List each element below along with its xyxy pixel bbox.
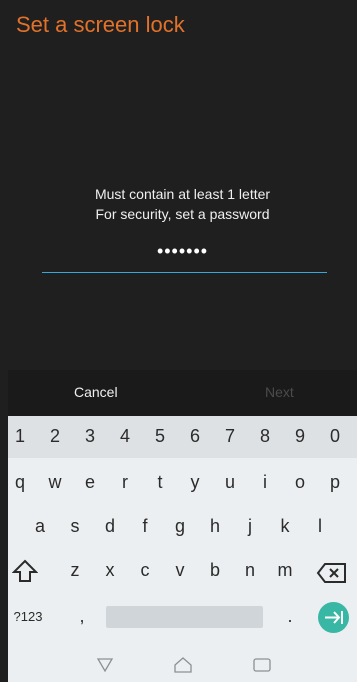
key-u[interactable]: u [218,472,242,493]
symbols-key[interactable]: ?123 [8,609,48,624]
page-title: Set a screen lock [16,12,185,37]
key-c[interactable]: c [133,560,157,581]
key-t[interactable]: t [148,472,172,493]
key-0[interactable]: 0 [323,426,347,447]
key-9[interactable]: 9 [288,426,312,447]
key-p[interactable]: p [323,472,347,493]
key-x[interactable]: x [98,560,122,581]
action-bar: Cancel Next [8,370,357,416]
security-message: For security, set a password [95,206,270,222]
key-a[interactable]: a [28,516,52,537]
key-period[interactable]: . [278,606,302,627]
cancel-button[interactable]: Cancel [74,384,118,400]
content-area [8,0,357,370]
key-5[interactable]: 5 [148,426,172,447]
key-o[interactable]: o [288,472,312,493]
key-k[interactable]: k [273,516,297,537]
key-w[interactable]: w [43,472,67,493]
key-6[interactable]: 6 [183,426,207,447]
key-z[interactable]: z [63,560,87,581]
key-h[interactable]: h [203,516,227,537]
backspace-icon[interactable] [316,562,348,589]
screen-lock-setup-screen: Set a screen lock Must contain at least … [0,0,357,682]
soft-keyboard: 1 2 3 4 5 6 7 8 9 0 q w e r t y u i o p … [8,416,357,682]
key-q[interactable]: q [8,472,32,493]
key-7[interactable]: 7 [218,426,242,447]
key-n[interactable]: n [238,560,262,581]
key-s[interactable]: s [63,516,87,537]
shift-icon[interactable] [11,559,39,588]
password-underline [42,272,327,273]
password-input[interactable]: ••••••• [8,241,357,262]
nav-back-icon[interactable] [96,657,114,673]
key-y[interactable]: y [183,472,207,493]
key-i[interactable]: i [253,472,277,493]
key-b[interactable]: b [203,560,227,581]
key-d[interactable]: d [98,516,122,537]
key-v[interactable]: v [168,560,192,581]
key-f[interactable]: f [133,516,157,537]
nav-recents-icon[interactable] [252,657,272,673]
nav-home-icon[interactable] [173,656,193,674]
key-e[interactable]: e [78,472,102,493]
requirement-message: Must contain at least 1 letter [94,186,271,202]
key-j[interactable]: j [238,516,262,537]
key-g[interactable]: g [168,516,192,537]
key-comma[interactable]: , [70,606,94,627]
space-bar[interactable] [106,606,263,628]
key-r[interactable]: r [113,472,137,493]
number-row: 1 2 3 4 5 6 7 8 9 0 [8,416,357,458]
key-2[interactable]: 2 [43,426,67,447]
key-3[interactable]: 3 [78,426,102,447]
key-4[interactable]: 4 [113,426,137,447]
next-button[interactable]: Next [265,384,294,400]
enter-icon [325,611,343,624]
key-1[interactable]: 1 [8,426,32,447]
navigation-bar [8,646,357,682]
key-l[interactable]: l [308,516,332,537]
enter-button[interactable] [318,602,349,633]
key-m[interactable]: m [273,560,297,581]
key-8[interactable]: 8 [253,426,277,447]
